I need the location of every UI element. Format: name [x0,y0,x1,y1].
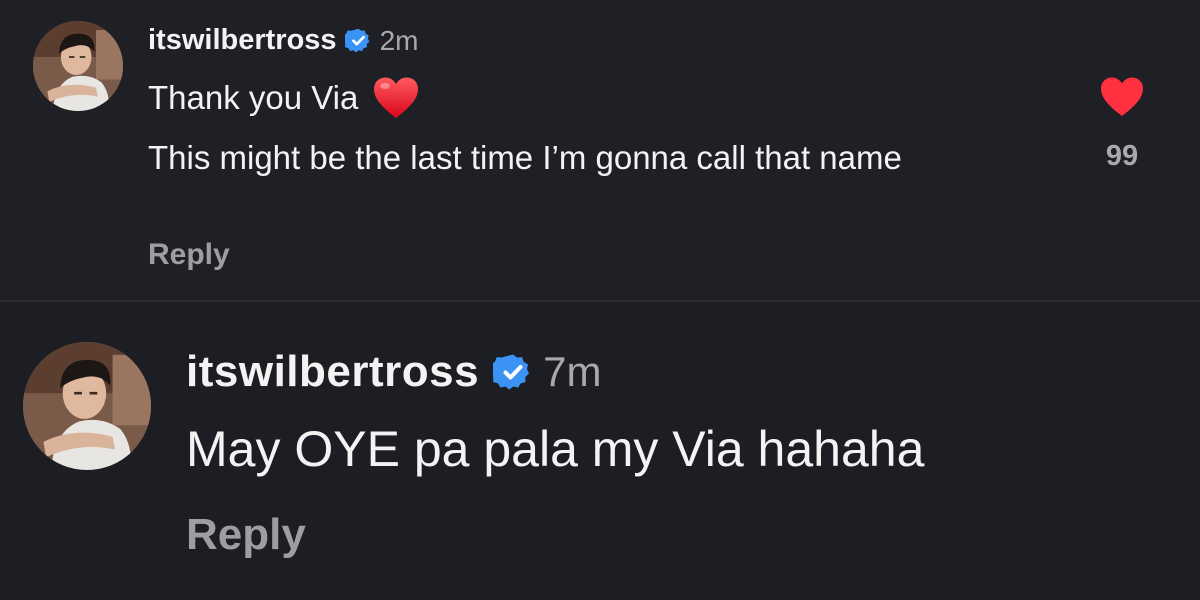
verified-badge-icon [493,354,530,390]
like-count: 99 [1105,140,1139,172]
avatar[interactable] [33,21,123,111]
comments-screen: itswilbertross 2m Thank you Via This mig… [0,0,1200,600]
comment-text: May OYE pa pala my Via hahaha [186,421,925,477]
username[interactable]: itswilbertross [148,24,337,57]
timestamp: 7m [543,348,602,395]
comment-header: itswilbertross 2m [148,24,418,57]
reply-button[interactable]: Reply [148,238,230,272]
comment-text: This might be the last time I’m gonna ca… [148,139,902,176]
verified-badge-icon [344,28,369,53]
timestamp: 2m [379,24,419,56]
red-heart-emoji [374,77,419,118]
username[interactable]: itswilbertross [186,347,479,397]
reply-button[interactable]: Reply [186,510,306,560]
comment-text-line: Thank you Via [148,76,420,120]
avatar-photo-icon [33,21,123,111]
avatar[interactable] [23,342,151,470]
avatar-photo-icon [23,342,151,470]
heart-filled-icon[interactable] [1099,76,1145,118]
comment-text: Thank you Via [148,79,359,116]
comment-header: itswilbertross 7m [186,347,601,397]
